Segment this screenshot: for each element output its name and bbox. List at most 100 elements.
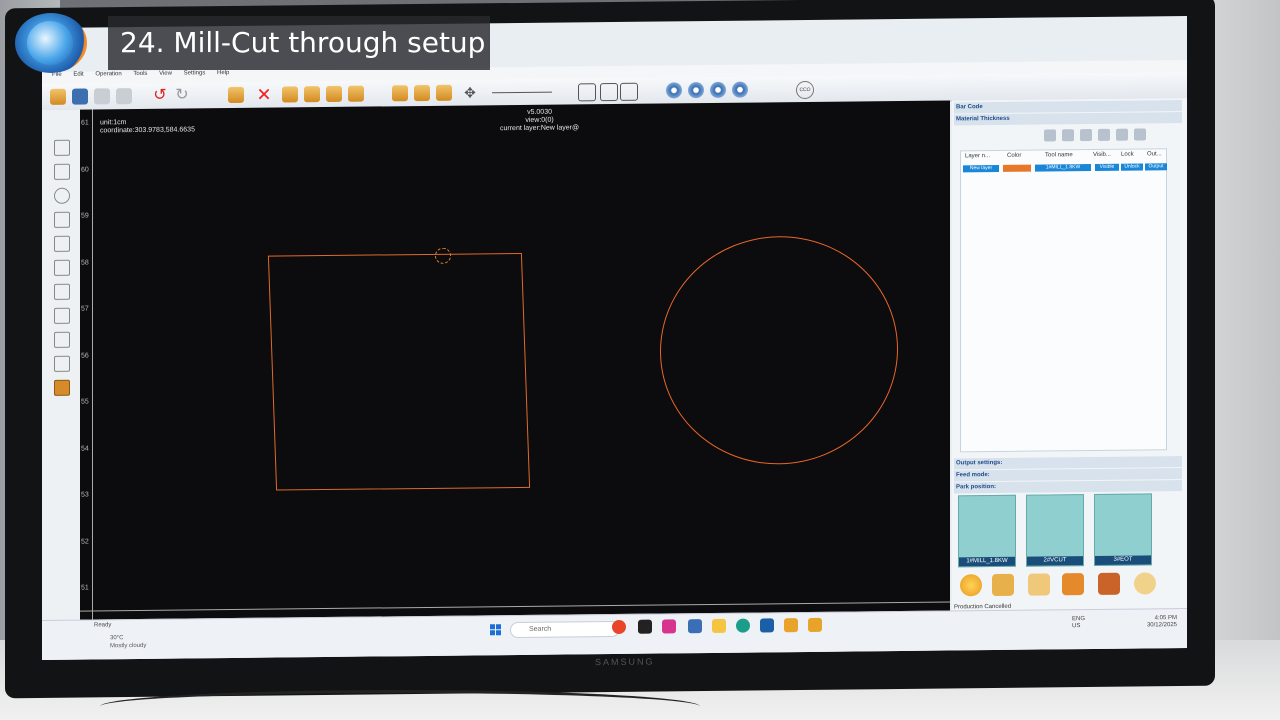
visible-cell[interactable]: Visible — [1095, 163, 1119, 171]
layer-remove-icon[interactable] — [1062, 129, 1074, 142]
weather-widget[interactable]: 30°C Mostly cloudy — [110, 634, 146, 650]
circle-draw-icon[interactable] — [54, 187, 70, 204]
lock-cell[interactable]: Unlock — [1121, 163, 1143, 171]
copy-icon[interactable] — [94, 88, 110, 105]
layer-top-icon[interactable] — [1116, 128, 1128, 141]
layer-name-cell[interactable]: New layer — [963, 164, 999, 173]
layer-up-icon[interactable] — [1080, 128, 1092, 142]
head-eot[interactable]: 3#EOT — [1094, 493, 1152, 566]
app-icon-2[interactable] — [688, 619, 702, 634]
lang-text: ENG — [1072, 616, 1086, 623]
layer-down-icon[interactable] — [1098, 128, 1110, 141]
align-icon[interactable] — [282, 86, 298, 103]
vertical-tick-label: 52 — [81, 538, 89, 546]
play-icon[interactable] — [960, 574, 982, 597]
menu-edit[interactable]: Edit — [73, 72, 83, 78]
tray-lang[interactable]: ENG US — [1072, 616, 1085, 630]
knife-icon[interactable] — [54, 307, 70, 324]
action-icons — [958, 570, 1178, 597]
table-row[interactable]: New layer 1#MILL_1.8KW Visible Unlock Ou… — [963, 163, 1167, 173]
group-icon[interactable] — [228, 86, 244, 104]
cable — [100, 690, 700, 720]
task-view-icon[interactable] — [638, 619, 652, 634]
vertical-tick-label: 59 — [81, 212, 89, 220]
mcut-app-icon-2[interactable] — [808, 617, 822, 632]
node-edit-icon[interactable] — [54, 331, 70, 348]
coordinate-text: coordinate:303.9783,584.6635 — [100, 126, 195, 135]
paste-icon[interactable] — [116, 88, 132, 105]
move-icon[interactable]: ✥ — [462, 84, 478, 100]
pause-icon[interactable] — [688, 82, 704, 99]
select-tool-icon[interactable] — [54, 139, 70, 156]
layer-bottom-icon[interactable] — [1134, 128, 1146, 141]
edge-icon[interactable] — [736, 618, 750, 633]
menu-view[interactable]: View — [159, 71, 172, 77]
menu-settings[interactable]: Settings — [184, 70, 206, 76]
vertical-tick-label: 60 — [81, 166, 89, 174]
output-cell[interactable]: Output — [1145, 163, 1167, 171]
line-draw-icon[interactable] — [54, 163, 70, 180]
offset-icon[interactable] — [600, 82, 618, 102]
menu-operation[interactable]: Operation — [95, 71, 121, 77]
redo-icon[interactable]: ↻ — [174, 86, 190, 103]
spacing-icon[interactable] — [414, 84, 430, 102]
undo-icon[interactable]: ↺ — [152, 87, 168, 104]
pen-icon[interactable] — [54, 283, 70, 300]
col-tool-name: Tool name — [1045, 152, 1073, 159]
head-mill-label: 1#MILL_1.8KW — [959, 556, 1015, 567]
date-text: 30/12/2025 — [1146, 622, 1177, 629]
vertical-tick-label: 56 — [81, 352, 89, 360]
head-mill[interactable]: 1#MILL_1.8KW — [958, 494, 1016, 568]
rect-draw-icon[interactable] — [54, 211, 70, 228]
bed-icon[interactable] — [1028, 573, 1050, 596]
layer-add-icon[interactable] — [1044, 129, 1056, 142]
polyline-draw-icon[interactable] — [54, 235, 70, 252]
rotate-icon[interactable] — [326, 85, 342, 103]
layer-table: Layer n... Color Tool name Visib... Lock… — [960, 148, 1167, 453]
drawing-canvas[interactable]: 6160595857565554535251 24252627282930313… — [80, 100, 950, 630]
combine-icon[interactable] — [620, 82, 638, 101]
store-icon[interactable] — [760, 618, 774, 633]
layer-color-cell[interactable] — [1003, 164, 1031, 172]
measure-icon[interactable] — [54, 259, 70, 276]
tool-heads: 1#MILL_1.8KW 2#VCUT 3#EOT — [958, 493, 1178, 568]
cco-icon[interactable]: CCO — [796, 80, 814, 100]
taskbar-search[interactable]: Search — [510, 620, 620, 639]
save-icon[interactable] — [72, 88, 88, 105]
col-visible: Visib... — [1093, 151, 1111, 158]
app-icon-1[interactable] — [612, 619, 626, 635]
origin-icon[interactable] — [1062, 573, 1084, 596]
open-folder-icon[interactable] — [50, 88, 66, 105]
loop-icon[interactable] — [54, 355, 70, 372]
cursor-snap-icon — [435, 247, 451, 264]
rotate-ccw-icon[interactable] — [348, 85, 364, 102]
material-thickness-header[interactable]: Material Thickness — [954, 112, 1182, 126]
start-icon[interactable] — [666, 82, 682, 99]
head-vcut[interactable]: 2#VCUT — [1026, 494, 1084, 567]
simulate-icon[interactable] — [732, 81, 748, 98]
stop-icon[interactable] — [710, 81, 726, 98]
distribute-icon[interactable] — [436, 84, 452, 101]
material-icon[interactable] — [992, 573, 1014, 597]
grid-icon[interactable] — [1098, 572, 1120, 595]
windows-start-icon[interactable] — [490, 624, 502, 636]
copilot-icon[interactable] — [662, 619, 676, 634]
mirror-icon[interactable] — [304, 86, 320, 103]
clock[interactable]: 4:05 PM 30/12/2025 — [1147, 615, 1177, 629]
globe-logo-icon — [15, 13, 87, 73]
tool-name-cell[interactable]: 1#MILL_1.8KW — [1035, 164, 1091, 172]
curve-tool-icon[interactable] — [578, 83, 596, 102]
line-tool-icon[interactable] — [492, 91, 552, 94]
vertical-tick-label: 57 — [81, 305, 89, 313]
active-tool-icon[interactable] — [54, 379, 70, 396]
rectangle-shape[interactable] — [267, 252, 531, 491]
circle-shape[interactable] — [660, 235, 898, 466]
menu-tools[interactable]: Tools — [133, 71, 147, 77]
array-icon[interactable] — [392, 85, 408, 102]
park-position-header[interactable]: Park position: — [954, 480, 1182, 494]
delete-icon[interactable]: ✕ — [256, 85, 272, 105]
menu-help[interactable]: Help — [217, 70, 229, 76]
settings-gear-icon[interactable] — [1134, 572, 1156, 595]
file-explorer-icon[interactable] — [712, 618, 726, 633]
mcut-app-icon[interactable] — [784, 618, 798, 633]
